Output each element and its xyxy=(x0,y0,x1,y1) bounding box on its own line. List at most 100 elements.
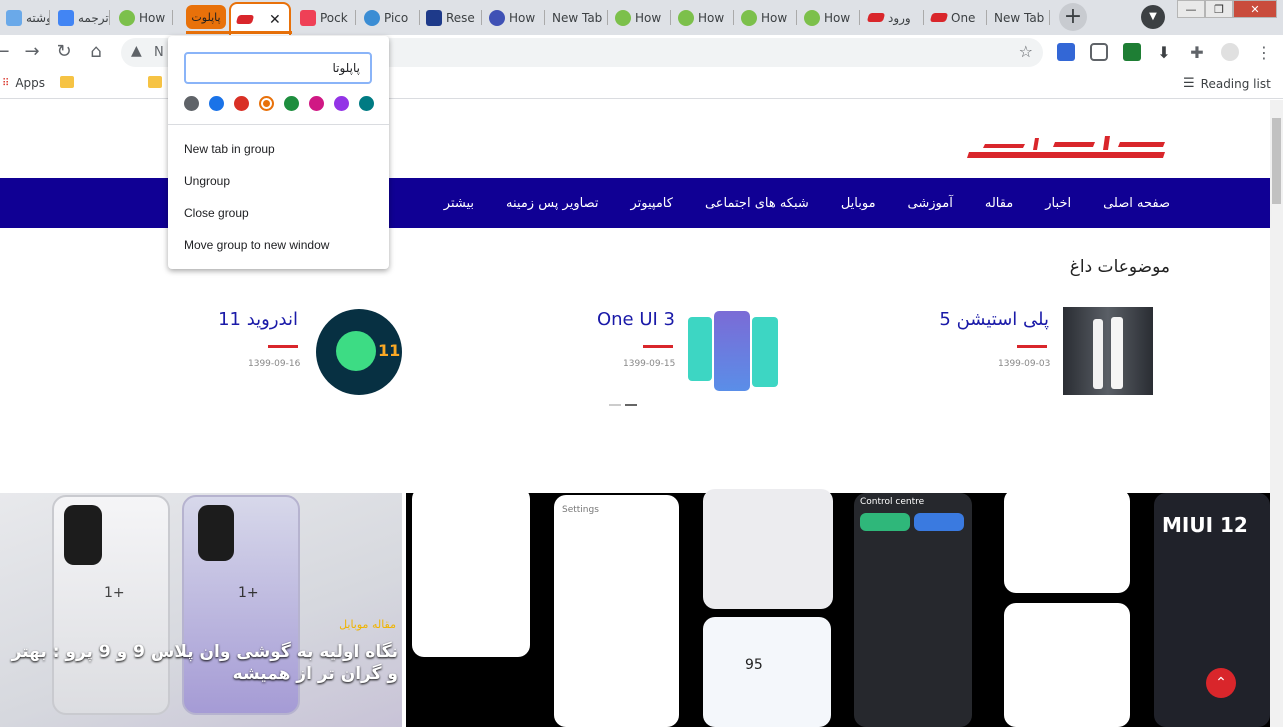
color-grey[interactable] xyxy=(184,96,199,111)
calendar-screenshot xyxy=(1004,603,1130,727)
carousel-pager[interactable] xyxy=(609,404,639,407)
topic-card[interactable]: پلی استیشن 5 1399-09-03 xyxy=(938,307,1154,397)
reading-list-button[interactable]: ☰ Reading list xyxy=(1183,76,1271,91)
menu-close-group[interactable]: Close group xyxy=(184,206,249,220)
tab[interactable]: ورود xyxy=(862,4,924,31)
nav-news[interactable]: اخبار xyxy=(1045,196,1071,211)
download-icon[interactable]: ⬇ xyxy=(1155,43,1173,62)
reading-list-icon: ☰ xyxy=(1183,76,1195,91)
nav-articles[interactable]: مقاله xyxy=(985,196,1013,211)
one-ui-image xyxy=(688,309,778,393)
close-icon[interactable]: ✕ xyxy=(269,12,281,28)
frog-icon xyxy=(741,9,757,26)
papilot-icon xyxy=(235,15,255,24)
hero-post-miui[interactable]: Settings 95 Control centre MIUI 12 xyxy=(406,487,1270,727)
hero-post-oneplus[interactable]: 1+ 1+ مقاله موبایل نگاه اولیه به گوشی وا… xyxy=(0,493,402,727)
card-date: 1399-09-16 xyxy=(248,359,301,369)
folder-icon xyxy=(60,76,74,88)
card-title[interactable]: پلی استیشن 5 xyxy=(939,309,1049,330)
tab[interactable]: How xyxy=(483,4,545,31)
tab[interactable]: How xyxy=(672,4,734,31)
excel-icon[interactable] xyxy=(1123,43,1141,61)
new-tab-button[interactable]: + xyxy=(1059,3,1087,31)
google-translate-icon xyxy=(58,9,74,26)
nav-social[interactable]: شبکه های اجتماعی xyxy=(705,196,809,211)
card-divider xyxy=(1017,345,1047,348)
tab[interactable]: New Tab xyxy=(546,4,608,31)
site-logo[interactable] xyxy=(965,134,1170,160)
profile-icon[interactable] xyxy=(1221,43,1239,61)
color-green[interactable] xyxy=(284,96,299,111)
group-name-input[interactable]: پاپلوتا xyxy=(184,52,372,84)
color-cyan[interactable] xyxy=(359,96,374,111)
ps5-image xyxy=(1063,307,1153,395)
card-title[interactable]: اندروید 11 xyxy=(218,309,298,330)
close-window-button[interactable]: ✕ xyxy=(1233,0,1277,18)
menu-divider xyxy=(168,124,389,125)
color-pink[interactable] xyxy=(309,96,324,111)
folder-icon xyxy=(148,76,162,88)
home-icon[interactable]: ⌂ xyxy=(84,40,108,64)
tab[interactable]: Pock xyxy=(294,4,356,31)
tab[interactable]: How xyxy=(798,4,860,31)
nav-more[interactable]: بیشتر xyxy=(444,196,474,211)
tab[interactable]: New Tab xyxy=(988,4,1050,31)
menu-ungroup[interactable]: Ungroup xyxy=(184,174,230,188)
maximize-button[interactable]: ❐ xyxy=(1205,0,1233,18)
minimize-button[interactable]: — xyxy=(1177,0,1205,18)
nav-computer[interactable]: کامپیوتر xyxy=(630,196,672,211)
tab[interactable]: How xyxy=(609,4,671,31)
tab-group-editor: پاپلوتا New tab in group Ungroup Close g… xyxy=(168,36,389,269)
color-blue[interactable] xyxy=(209,96,224,111)
menu-icon[interactable]: ⋮ xyxy=(1255,43,1273,62)
color-red[interactable] xyxy=(234,96,249,111)
card-date: 1399-09-03 xyxy=(998,359,1051,369)
scroll-to-top-button[interactable]: ⌃ xyxy=(1206,668,1236,698)
tab[interactable]: ترجمه xyxy=(52,4,110,31)
control-centre-screenshot: Control centre xyxy=(854,493,972,727)
pocket-icon xyxy=(300,9,316,26)
star-icon[interactable]: ☆ xyxy=(1019,42,1033,61)
forward-icon[interactable]: → xyxy=(20,40,44,64)
nav-wallpapers[interactable]: تصاویر پس زمینه xyxy=(506,196,598,211)
apps-icon: ⠿ xyxy=(2,77,10,89)
pocket-icon[interactable] xyxy=(1090,43,1108,61)
menu-new-tab-in-group[interactable]: New tab in group xyxy=(184,142,275,156)
bookmark-folder[interactable] xyxy=(148,76,162,88)
tab[interactable]: نوشته xyxy=(0,4,50,31)
tab[interactable]: How xyxy=(735,4,797,31)
app-grid-screenshot xyxy=(703,489,833,609)
android-11-image: 11 xyxy=(316,309,402,395)
card-date: 1399-09-15 xyxy=(623,359,676,369)
card-divider xyxy=(268,345,298,348)
bookmark-folder[interactable] xyxy=(60,76,74,88)
tab[interactable]: One xyxy=(925,4,987,31)
color-orange-selected[interactable] xyxy=(259,96,274,111)
tab-group-chip[interactable]: پاپلوت xyxy=(186,5,226,29)
color-purple[interactable] xyxy=(334,96,349,111)
topic-card[interactable]: One UI 3 1399-09-15 xyxy=(597,307,780,397)
apps-bookmark[interactable]: ⠿ Apps xyxy=(2,76,45,90)
settings-screenshot: Settings xyxy=(554,495,679,727)
gn-icon xyxy=(426,9,442,26)
settings-screenshot xyxy=(412,487,530,657)
page-scrollbar[interactable] xyxy=(1270,100,1283,727)
tab-search-icon[interactable]: ▼ xyxy=(1141,5,1165,29)
tab-group-underline xyxy=(186,31,292,34)
hero-category[interactable]: مقاله موبایل xyxy=(339,618,396,631)
nav-home[interactable]: صفحه اصلی xyxy=(1103,196,1170,211)
extension-icon[interactable] xyxy=(1057,43,1075,61)
topic-card[interactable]: 11 اندروید 11 1399-09-16 xyxy=(218,307,405,397)
reload-icon[interactable]: ↻ xyxy=(52,40,76,64)
back-icon[interactable]: ← xyxy=(0,40,14,64)
calendar-screenshot xyxy=(1004,489,1130,593)
nav-tutorials[interactable]: آموزشی xyxy=(908,196,953,211)
tab[interactable]: Rese xyxy=(420,4,482,31)
tab[interactable]: How xyxy=(113,4,173,31)
puzzle-icon[interactable]: ✚ xyxy=(1188,43,1206,62)
hero-title[interactable]: نگاه اولیه به گوشی وان پلاس 9 و 9 پرو : … xyxy=(0,641,402,685)
card-title[interactable]: One UI 3 xyxy=(597,309,675,330)
tab[interactable]: Pico xyxy=(358,4,420,31)
menu-move-group[interactable]: Move group to new window xyxy=(184,238,329,252)
nav-mobile[interactable]: موبایل xyxy=(841,196,876,211)
